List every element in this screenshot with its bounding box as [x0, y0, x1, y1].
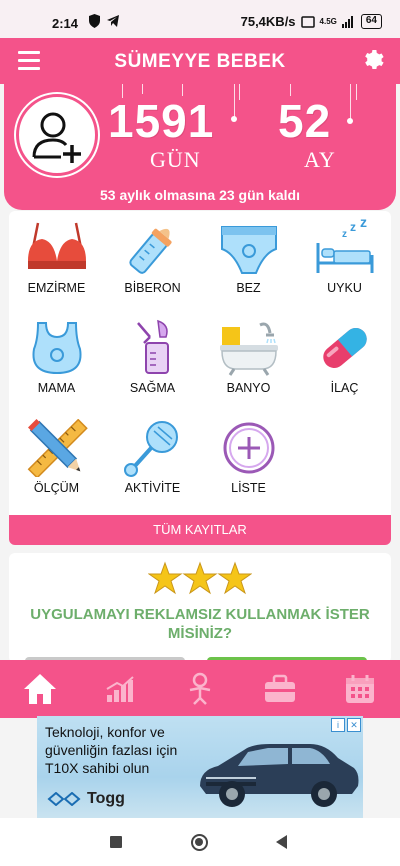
add-user-icon: [32, 112, 81, 163]
svg-text:z: z: [360, 219, 367, 230]
bib-icon: [31, 322, 82, 375]
network-type: 4.5G: [319, 17, 337, 26]
grid-item-emzirme[interactable]: EMZİRME: [9, 219, 104, 295]
activity-grid-card: EMZİRME BİBERON BEZ z z z UYKU MAMA SAĞM…: [9, 211, 391, 545]
breast-pump-icon: [136, 319, 169, 374]
recents-button[interactable]: [110, 836, 122, 848]
grid-item-mama[interactable]: MAMA: [9, 319, 104, 395]
baby-age-header: 1591 GÜN 52 AY 53 aylık olmasına 23 gün …: [4, 84, 396, 210]
nav-baby[interactable]: [170, 660, 230, 718]
battery-level: 64: [360, 14, 382, 29]
back-button[interactable]: [276, 835, 287, 849]
bottom-navigation: [0, 660, 400, 718]
pill-icon: [322, 328, 367, 368]
grid-item-label: BANYO: [226, 381, 271, 395]
remaining-text: 53 aylık olmasına 23 gün kaldı: [100, 187, 300, 203]
nav-home[interactable]: [10, 660, 70, 718]
grid-item-label: İLAÇ: [330, 381, 359, 395]
sleep-bed-icon: z z z: [316, 219, 373, 273]
grid-item-olcum[interactable]: ÖLÇÜM: [9, 419, 104, 495]
grid-item-label: ÖLÇÜM: [33, 481, 80, 495]
grid-item-ilac[interactable]: İLAÇ: [297, 319, 392, 395]
bra-icon: [27, 222, 86, 269]
status-bar: 2:14 75,4KB/s 4.5G 64: [0, 0, 400, 38]
grid-item-label: BİBERON: [124, 281, 181, 295]
status-time: 2:14: [52, 16, 79, 31]
ad-brand: Togg: [47, 790, 125, 808]
nav-calendar[interactable]: [330, 660, 390, 718]
promo-question: UYGULAMAYI REKLAMSIZ KULLANMAK İSTER MİS…: [30, 606, 370, 642]
grid-item-bez[interactable]: BEZ: [201, 219, 296, 295]
telegram-icon: [107, 15, 119, 27]
rattle-icon: [123, 421, 178, 477]
grid-item-label: BEZ: [236, 281, 261, 295]
days-label: GÜN: [150, 147, 201, 172]
grid-item-biberon[interactable]: BİBERON: [105, 219, 200, 295]
vpn-shield-icon: [89, 14, 100, 28]
medical-bag-icon: [265, 674, 295, 702]
network-speed: 75,4KB/s: [240, 14, 296, 29]
grid-item-liste[interactable]: LİSTE: [201, 419, 296, 495]
system-navigation-bar: [0, 818, 400, 866]
signal-icon: [341, 16, 353, 28]
grid-item-label: MAMA: [37, 381, 76, 395]
nav-growth[interactable]: [90, 660, 150, 718]
add-circle-icon: [223, 422, 274, 474]
months-value: 52: [278, 95, 332, 147]
grid-item-label: UYKU: [327, 281, 362, 295]
gold-stars-icon: [147, 561, 253, 595]
avatar[interactable]: [16, 94, 98, 176]
svg-text:z: z: [350, 220, 356, 234]
diaper-icon: [220, 226, 277, 274]
bathtub-icon: [219, 322, 278, 376]
grid-item-uyku[interactable]: z z z UYKU: [297, 219, 392, 295]
app-bar: SÜMEYYE BEBEK: [0, 38, 400, 84]
grid-item-aktivite[interactable]: AKTİVİTE: [105, 419, 200, 495]
growth-chart-icon: [106, 676, 134, 702]
days-value: 1591: [108, 95, 215, 147]
togg-logo-icon: [47, 792, 81, 806]
grid-item-label: EMZİRME: [27, 281, 86, 295]
nav-health[interactable]: [250, 660, 310, 718]
ad-banner[interactable]: Teknoloji, konfor ve güvenliğin fazlası …: [37, 716, 363, 818]
baby-bottle-icon: [128, 228, 172, 274]
calendar-icon: [346, 675, 374, 703]
baby-icon: [189, 672, 211, 705]
ad-brand-name: Togg: [87, 790, 125, 807]
all-records-button[interactable]: TÜM KAYITLAR: [9, 515, 391, 545]
ad-free-promo-card: UYGULAMAYI REKLAMSIZ KULLANMAK İSTER MİS…: [9, 553, 391, 665]
home-icon: [24, 674, 56, 704]
grid-item-banyo[interactable]: BANYO: [201, 319, 296, 395]
ruler-pencil-icon: [27, 419, 88, 477]
ad-text: Teknoloji, konfor ve güvenliğin fazlası …: [45, 724, 178, 776]
app-title: SÜMEYYE BEBEK: [114, 51, 286, 72]
suv-car-image: [200, 744, 359, 807]
grid-item-label: SAĞMA: [129, 381, 176, 395]
gear-icon[interactable]: [362, 48, 386, 72]
grid-item-sagma[interactable]: SAĞMA: [105, 319, 200, 395]
alarm-icon: [300, 15, 315, 28]
home-button[interactable]: [191, 834, 208, 851]
svg-text:z: z: [342, 229, 347, 240]
months-label: AY: [304, 147, 336, 172]
grid-item-label: AKTİVİTE: [124, 481, 181, 495]
grid-item-label: LİSTE: [231, 481, 266, 495]
